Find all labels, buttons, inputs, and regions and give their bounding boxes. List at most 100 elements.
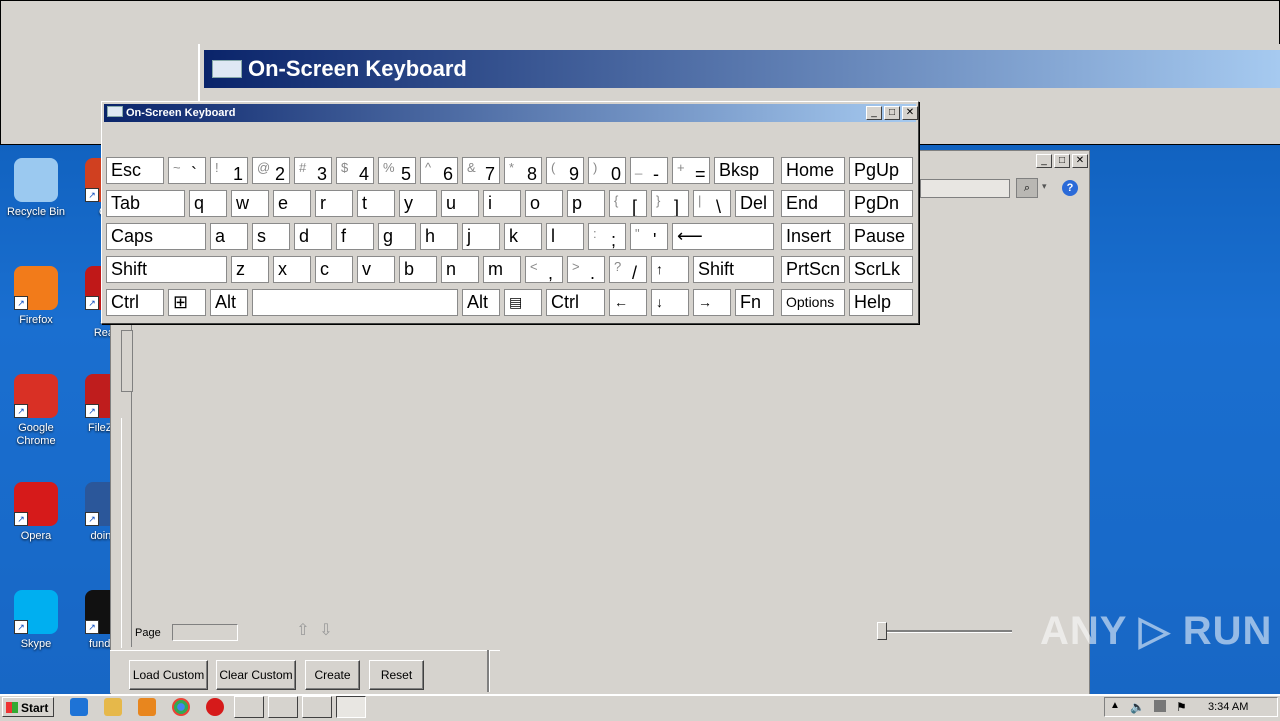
- key-ctrl[interactable]: Ctrl: [106, 289, 164, 316]
- key-8[interactable]: * 8: [504, 157, 542, 184]
- key-↑[interactable]: ↑: [651, 256, 689, 283]
- key-][interactable]: }]: [651, 190, 689, 217]
- minimize-button[interactable]: _: [1036, 154, 1052, 168]
- start-button[interactable]: Start: [2, 697, 54, 717]
- key-pgdn[interactable]: PgDn: [849, 190, 913, 217]
- key-t[interactable]: t: [357, 190, 395, 217]
- volume-icon[interactable]: 🔈: [1130, 700, 1145, 714]
- taskbar-task-network[interactable]: [302, 696, 332, 718]
- key-insert[interactable]: Insert: [781, 223, 845, 250]
- desktop-icon[interactable]: ↗ Opera: [1, 482, 71, 543]
- close-button[interactable]: ✕: [1072, 154, 1088, 168]
- key-b[interactable]: b: [399, 256, 437, 283]
- media-player-icon[interactable]: [138, 698, 156, 716]
- chevron-up-icon[interactable]: ▲: [1110, 700, 1120, 711]
- arrow-down-icon[interactable]: ⇩: [317, 622, 335, 640]
- load-custom-button[interactable]: Load Custom: [129, 660, 208, 690]
- network-icon[interactable]: [1154, 700, 1166, 712]
- search-icon[interactable]: ⌕: [1016, 178, 1038, 198]
- key-n[interactable]: n: [441, 256, 479, 283]
- key-3[interactable]: #3: [294, 157, 332, 184]
- key-4[interactable]: $4: [336, 157, 374, 184]
- desktop-icon[interactable]: ↗ Google Chrome: [1, 374, 71, 448]
- key-u[interactable]: u: [441, 190, 479, 217]
- zoom-slider-thumb[interactable]: [877, 622, 887, 640]
- key-z[interactable]: z: [231, 256, 269, 283]
- key-'[interactable]: " ': [630, 223, 668, 250]
- key-q[interactable]: q: [189, 190, 227, 217]
- key-del[interactable]: Del: [735, 190, 774, 217]
- desktop-icon[interactable]: ↗ Skype: [1, 590, 71, 651]
- key-alt[interactable]: Alt: [462, 289, 500, 316]
- key--[interactable]: _ -: [630, 157, 668, 184]
- key-d[interactable]: d: [294, 223, 332, 250]
- desktop-icon[interactable]: ↗ Firefox: [1, 266, 71, 327]
- key-y[interactable]: y: [399, 190, 437, 217]
- key-w[interactable]: w: [231, 190, 269, 217]
- key-`[interactable]: ~ `: [168, 157, 206, 184]
- key-h[interactable]: h: [420, 223, 458, 250]
- key-shift[interactable]: Shift: [106, 256, 227, 283]
- key-bksp[interactable]: Bksp: [714, 157, 774, 184]
- key-m[interactable]: m: [483, 256, 521, 283]
- key-space[interactable]: [252, 289, 458, 316]
- key-g[interactable]: g: [378, 223, 416, 250]
- chrome-icon[interactable]: [172, 698, 190, 716]
- scroll-handle[interactable]: [121, 330, 133, 392]
- flag-icon[interactable]: ⚑: [1176, 700, 1187, 714]
- maximize-button[interactable]: □: [884, 106, 900, 120]
- key-←[interactable]: ←: [609, 289, 647, 316]
- zoom-slider-track[interactable]: [880, 630, 1012, 633]
- key-2[interactable]: @2: [252, 157, 290, 184]
- app-search-input[interactable]: [920, 179, 1010, 198]
- key-home[interactable]: Home: [781, 157, 845, 184]
- key-9[interactable]: (9: [546, 157, 584, 184]
- taskbar-task-osk[interactable]: [336, 696, 366, 718]
- key-;[interactable]: :;: [588, 223, 626, 250]
- key-c[interactable]: c: [315, 256, 353, 283]
- opera-icon[interactable]: [206, 698, 224, 716]
- key-a[interactable]: a: [210, 223, 248, 250]
- chevron-down-icon[interactable]: ▾: [1042, 181, 1047, 192]
- key-,[interactable]: <,: [525, 256, 563, 283]
- key-shift[interactable]: Shift: [693, 256, 774, 283]
- key-e[interactable]: e: [273, 190, 311, 217]
- folder-icon[interactable]: [104, 698, 122, 716]
- key-6[interactable]: ^ 6: [420, 157, 458, 184]
- key-k[interactable]: k: [504, 223, 542, 250]
- key-pause[interactable]: Pause: [849, 223, 913, 250]
- key-esc[interactable]: Esc: [106, 157, 164, 184]
- page-number-field[interactable]: [172, 624, 238, 641]
- key-=[interactable]: + =: [672, 157, 710, 184]
- ie-icon[interactable]: [70, 698, 88, 716]
- key-⟵[interactable]: ⟵: [672, 223, 774, 250]
- key-l[interactable]: l: [546, 223, 584, 250]
- key-5[interactable]: % 5: [378, 157, 416, 184]
- key-options[interactable]: Options: [781, 289, 845, 316]
- help-icon[interactable]: ?: [1062, 180, 1078, 196]
- key-⊞[interactable]: ⊞: [168, 289, 206, 316]
- taskbar-task-window[interactable]: [234, 696, 264, 718]
- key-1[interactable]: ! 1: [210, 157, 248, 184]
- key-f[interactable]: f: [336, 223, 374, 250]
- desktop-icon[interactable]: Recycle Bin: [1, 158, 71, 219]
- background-window-titlebar[interactable]: On-Screen Keyboard: [204, 50, 1280, 88]
- key-i[interactable]: i: [483, 190, 521, 217]
- osk-titlebar[interactable]: On-Screen Keyboard: [104, 104, 916, 122]
- key-fn[interactable]: Fn: [735, 289, 774, 316]
- key-prtscn[interactable]: PrtScn: [781, 256, 845, 283]
- create-button[interactable]: Create: [305, 660, 360, 690]
- key-→[interactable]: →: [693, 289, 731, 316]
- key-p[interactable]: p: [567, 190, 605, 217]
- clock[interactable]: 3:34 AM: [1208, 699, 1248, 715]
- key-7[interactable]: & 7: [462, 157, 500, 184]
- key-↓[interactable]: ↓: [651, 289, 689, 316]
- key-x[interactable]: x: [273, 256, 311, 283]
- key-.[interactable]: >.: [567, 256, 605, 283]
- key-0[interactable]: ) 0: [588, 157, 626, 184]
- taskbar-task-mail[interactable]: [268, 696, 298, 718]
- key-pgup[interactable]: PgUp: [849, 157, 913, 184]
- close-button[interactable]: ✕: [902, 106, 918, 120]
- reset-button[interactable]: Reset: [369, 660, 424, 690]
- minimize-button[interactable]: _: [866, 106, 882, 120]
